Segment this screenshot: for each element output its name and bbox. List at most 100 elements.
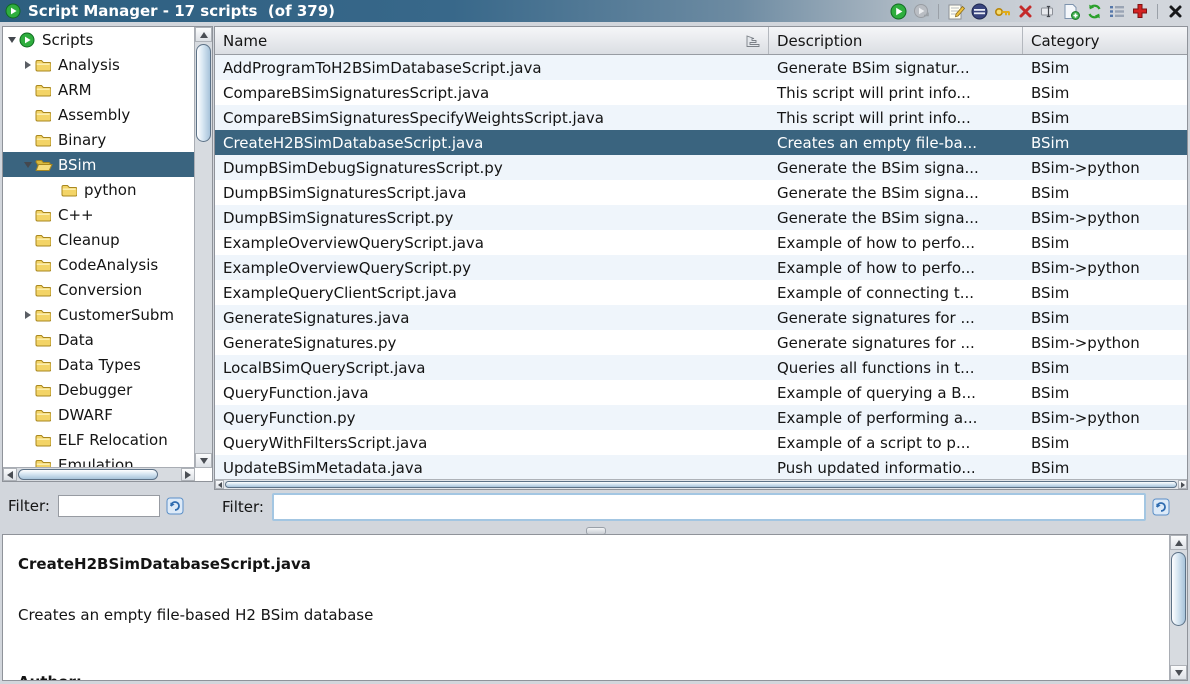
tree-viewport: Scripts Analysis ARM Assembly Binary	[3, 27, 195, 468]
details-vscroll-thumb[interactable]	[1171, 552, 1186, 626]
tree-vscroll-thumb[interactable]	[196, 44, 211, 142]
script-category-cell: BSim	[1023, 84, 1187, 102]
filter-options-icon[interactable]	[166, 497, 184, 515]
script-description-cell: Example of connecting t...	[769, 284, 1023, 302]
script-row[interactable]: QueryFunction.java Example of querying a…	[215, 380, 1187, 405]
script-category-cell: BSim	[1023, 234, 1187, 252]
scroll-up-button[interactable]	[1170, 535, 1187, 550]
script-row[interactable]: DumpBSimSignaturesScript.java Generate t…	[215, 180, 1187, 205]
script-category-cell: BSim	[1023, 59, 1187, 77]
script-directories-icon[interactable]	[1108, 2, 1126, 20]
script-name-cell: LocalBSimQueryScript.java	[215, 359, 769, 377]
script-category-cell: BSim	[1023, 284, 1187, 302]
tree-node[interactable]: Conversion	[3, 277, 195, 302]
tree-node[interactable]: Cleanup	[3, 227, 195, 252]
tree-node[interactable]: Assembly	[3, 102, 195, 127]
script-row[interactable]: CompareBSimSignaturesSpecifyWeightsScrip…	[215, 105, 1187, 130]
eclipse-icon[interactable]	[970, 2, 988, 20]
column-header-name[interactable]: Name	[215, 27, 769, 54]
tree-node[interactable]: Binary	[3, 127, 195, 152]
edit-script-icon[interactable]	[947, 2, 965, 20]
rerun-last-script-icon[interactable]	[912, 2, 930, 20]
script-row[interactable]: CompareBSimSignaturesScript.java This sc…	[215, 80, 1187, 105]
script-row[interactable]: GenerateSignatures.java Generate signatu…	[215, 305, 1187, 330]
script-row[interactable]: DumpBSimSignaturesScript.py Generate the…	[215, 205, 1187, 230]
script-name-cell: QueryFunction.py	[215, 409, 769, 427]
ghidra-api-help-icon[interactable]	[1131, 2, 1149, 20]
script-row[interactable]: ExampleOverviewQueryScript.py Example of…	[215, 255, 1187, 280]
rename-script-icon[interactable]	[1039, 2, 1057, 20]
column-header-category[interactable]: Category	[1023, 27, 1187, 54]
expand-arrow[interactable]	[21, 311, 35, 319]
script-row[interactable]: ExampleQueryClientScript.java Example of…	[215, 280, 1187, 305]
column-header-description[interactable]: Description	[769, 27, 1023, 54]
tree-vertical-scrollbar[interactable]	[194, 27, 212, 468]
run-script-icon[interactable]	[889, 2, 907, 20]
scroll-right-button[interactable]	[181, 468, 195, 481]
script-description-cell: Generate the BSim signa...	[769, 184, 1023, 202]
scroll-down-button[interactable]	[195, 453, 212, 468]
expand-arrow[interactable]	[21, 61, 35, 69]
tree-node[interactable]: python	[3, 177, 195, 202]
script-description-cell: Push updated informatio...	[769, 459, 1023, 477]
script-name-cell: ExampleQueryClientScript.java	[215, 284, 769, 302]
tree-node-label: DWARF	[58, 406, 113, 424]
script-row[interactable]: LocalBSimQueryScript.java Queries all fu…	[215, 355, 1187, 380]
tree-filter-input[interactable]	[58, 495, 160, 517]
tree-node[interactable]: Data Types	[3, 352, 195, 377]
tree-node[interactable]: C++	[3, 202, 195, 227]
tree-node[interactable]: CustomerSubm	[3, 302, 195, 327]
script-manager-icon	[4, 2, 22, 20]
tree-node[interactable]: Scripts	[3, 27, 195, 52]
column-header-label: Description	[777, 32, 862, 50]
table-filter-input[interactable]	[272, 493, 1146, 521]
table-hscroll-thumb[interactable]	[225, 481, 1177, 488]
script-row[interactable]: AddProgramToH2BSimDatabaseScript.java Ge…	[215, 55, 1187, 80]
script-row[interactable]: CreateH2BSimDatabaseScript.java Creates …	[215, 130, 1187, 155]
scroll-left-button[interactable]	[3, 468, 17, 481]
tree-horizontal-scrollbar[interactable]	[3, 467, 195, 481]
script-row[interactable]: QueryWithFiltersScript.java Example of a…	[215, 430, 1187, 455]
tree-node[interactable]: ELF Relocation	[3, 427, 195, 452]
column-header-label: Category	[1031, 32, 1100, 50]
delete-script-icon[interactable]	[1016, 2, 1034, 20]
scroll-down-button[interactable]	[1170, 665, 1187, 680]
script-row[interactable]: ExampleOverviewQueryScript.java Example …	[215, 230, 1187, 255]
expand-arrow[interactable]	[21, 162, 35, 168]
tree-node[interactable]: Debugger	[3, 377, 195, 402]
expand-arrow[interactable]	[5, 37, 19, 43]
script-row[interactable]: DumpBSimDebugSignaturesScript.py Generat…	[215, 155, 1187, 180]
script-name-cell: CompareBSimSignaturesSpecifyWeightsScrip…	[215, 109, 769, 127]
folder-icon	[61, 182, 79, 198]
script-row[interactable]: QueryFunction.py Example of performing a…	[215, 405, 1187, 430]
tree-node[interactable]: DWARF	[3, 402, 195, 427]
script-name-cell: GenerateSignatures.py	[215, 334, 769, 352]
tree-node-label: python	[84, 181, 136, 199]
details-vertical-scrollbar[interactable]	[1169, 535, 1187, 680]
folder-icon	[35, 207, 53, 223]
window-title: Script Manager - 17 scripts (of 379)	[28, 2, 335, 20]
script-table: Name Description Category AddProgramToH2…	[214, 26, 1188, 490]
title-bar[interactable]: Script Manager - 17 scripts (of 379)	[0, 0, 1190, 22]
tree-hscroll-thumb[interactable]	[18, 469, 158, 480]
close-window-icon[interactable]	[1166, 2, 1184, 20]
new-script-icon[interactable]	[1062, 2, 1080, 20]
script-name-cell: DumpBSimDebugSignaturesScript.py	[215, 159, 769, 177]
script-manager-window: Script Manager - 17 scripts (of 379)	[0, 0, 1190, 684]
details-clipped-line: Author:	[18, 673, 82, 680]
tree-node[interactable]: ARM	[3, 77, 195, 102]
scroll-up-button[interactable]	[195, 27, 212, 42]
filter-options-icon[interactable]	[1152, 498, 1170, 516]
tree-node[interactable]: BSim	[3, 152, 195, 177]
tree-node[interactable]: CodeAnalysis	[3, 252, 195, 277]
script-row[interactable]: GenerateSignatures.py Generate signature…	[215, 330, 1187, 355]
tree-node[interactable]: Emulation	[3, 452, 195, 468]
table-filter-bar: Filter:	[214, 488, 1190, 526]
script-row[interactable]: UpdateBSimMetadata.java Push updated inf…	[215, 455, 1187, 480]
intellij-key-icon[interactable]	[993, 2, 1011, 20]
tree-node[interactable]: Analysis	[3, 52, 195, 77]
tree-node[interactable]: Data	[3, 327, 195, 352]
folder-icon	[35, 407, 53, 423]
refresh-icon[interactable]	[1085, 2, 1103, 20]
script-description-cell: Generate the BSim signa...	[769, 159, 1023, 177]
